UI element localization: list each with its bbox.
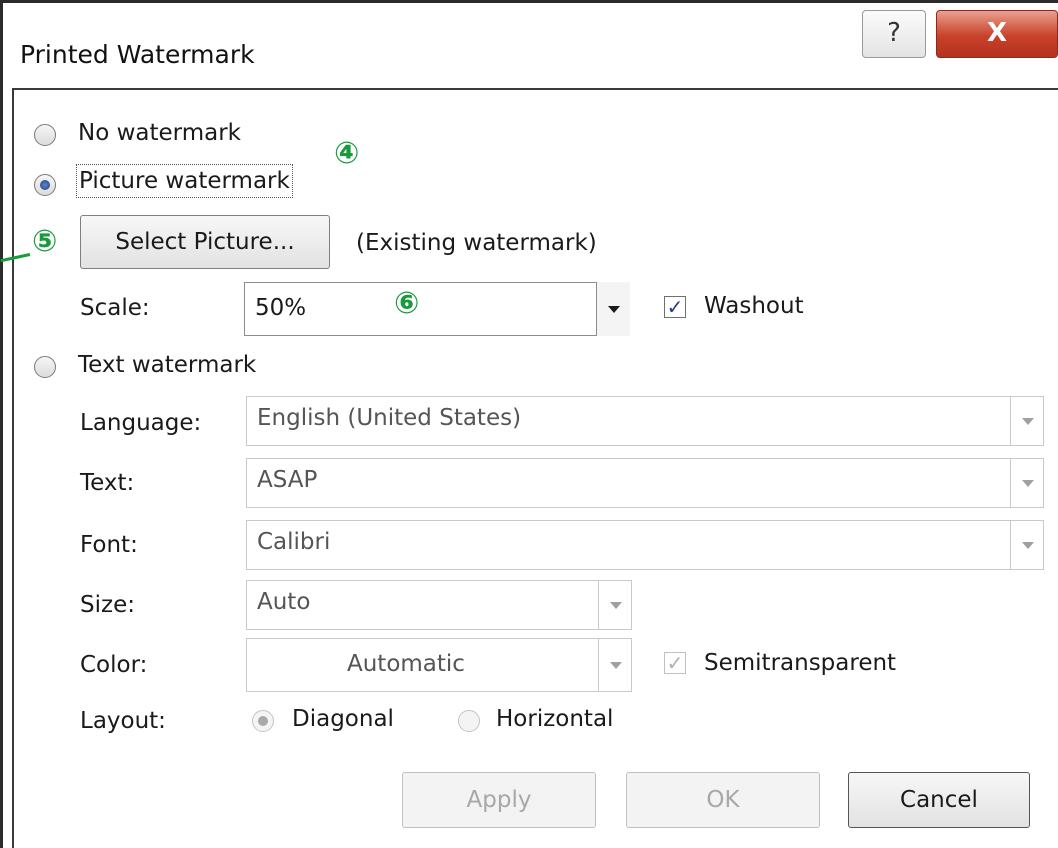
picture-watermark-label[interactable]: Picture watermark	[76, 164, 293, 198]
layout-horizontal-label[interactable]: Horizontal	[496, 706, 613, 732]
color-combo[interactable]: Automatic	[246, 638, 632, 692]
select-picture-button[interactable]: Select Picture...	[80, 215, 330, 269]
color-dropdown-button[interactable]	[598, 638, 632, 692]
picture-watermark-radio[interactable]	[34, 174, 56, 196]
apply-button[interactable]: Apply	[402, 772, 596, 828]
text-dropdown-button[interactable]	[1010, 458, 1044, 508]
chevron-down-icon	[608, 306, 620, 313]
no-watermark-label[interactable]: No watermark	[78, 120, 241, 146]
ok-button[interactable]: OK	[626, 772, 820, 828]
layout-diagonal-label[interactable]: Diagonal	[292, 706, 394, 732]
layout-horizontal-radio[interactable]	[458, 710, 480, 732]
washout-label[interactable]: Washout	[704, 293, 804, 319]
callout-4: ④	[334, 136, 360, 171]
layout-label: Layout:	[80, 708, 166, 734]
semitransparent-label[interactable]: Semitransparent	[704, 650, 896, 676]
chevron-down-icon	[610, 662, 622, 669]
size-value: Auto	[257, 589, 311, 615]
language-dropdown-button[interactable]	[1010, 396, 1044, 446]
language-value: English (United States)	[257, 405, 522, 431]
language-label: Language:	[80, 410, 202, 436]
existing-watermark-label: (Existing watermark)	[356, 230, 597, 256]
text-value: ASAP	[257, 467, 318, 493]
size-label: Size:	[80, 592, 135, 618]
dialog-title: Printed Watermark	[20, 40, 255, 69]
color-value: Automatic	[347, 651, 465, 677]
callout-6: ⑥	[394, 286, 420, 321]
language-combo[interactable]: English (United States)	[246, 396, 1044, 446]
help-button[interactable]: ?	[862, 10, 926, 58]
text-label: Text:	[80, 470, 135, 496]
semitransparent-checkbox[interactable]: ✓	[664, 652, 686, 674]
text-watermark-radio[interactable]	[34, 356, 56, 378]
cancel-button[interactable]: Cancel	[848, 772, 1030, 828]
chevron-down-icon	[1022, 480, 1034, 487]
text-combo[interactable]: ASAP	[246, 458, 1044, 508]
window-frame-left	[0, 0, 3, 848]
text-watermark-label[interactable]: Text watermark	[78, 352, 256, 378]
callout-5: ⑤	[32, 224, 58, 259]
chevron-down-icon	[1022, 418, 1034, 425]
color-label: Color:	[80, 652, 148, 678]
layout-diagonal-radio[interactable]	[252, 710, 274, 732]
washout-checkbox[interactable]: ✓	[664, 296, 686, 318]
scale-label: Scale:	[80, 295, 150, 321]
scale-value: 50%	[255, 295, 307, 321]
chevron-down-icon	[610, 602, 622, 609]
size-dropdown-button[interactable]	[598, 580, 632, 630]
close-button[interactable]: X	[936, 10, 1058, 58]
scale-combo[interactable]: 50%	[244, 282, 630, 336]
font-value: Calibri	[257, 529, 331, 555]
scale-dropdown-button[interactable]	[596, 282, 630, 336]
chevron-down-icon	[1022, 542, 1034, 549]
font-combo[interactable]: Calibri	[246, 520, 1044, 570]
font-dropdown-button[interactable]	[1010, 520, 1044, 570]
no-watermark-radio[interactable]	[34, 124, 56, 146]
font-label: Font:	[80, 532, 138, 558]
size-combo[interactable]: Auto	[246, 580, 632, 630]
